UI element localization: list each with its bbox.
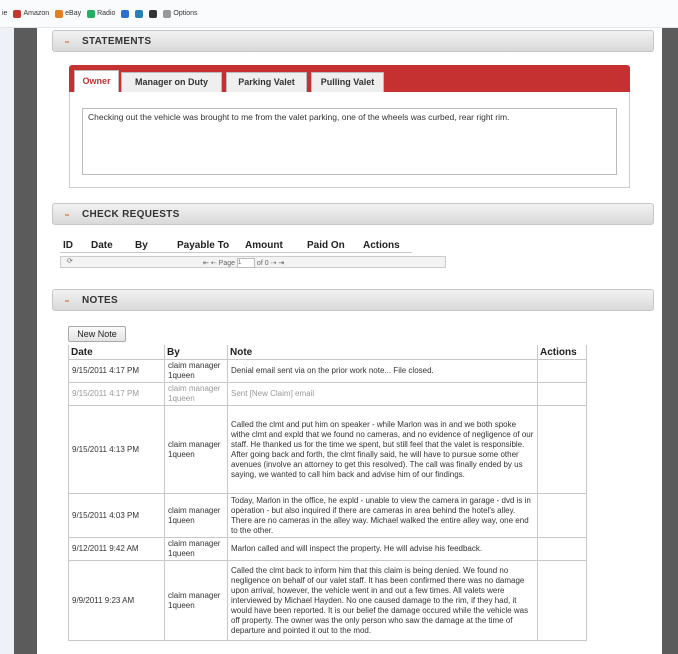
table-row[interactable]: 9/15/2011 4:17 PM claim manager 1queen Den… (68, 359, 587, 383)
note-date: 9/12/2011 9:42 AM (68, 537, 165, 561)
notes-table: Date By Note Actions 9/15/2011 4:17 PM cl… (68, 345, 587, 641)
check-requests-section-header[interactable]: CHECK REQUESTS (52, 203, 654, 225)
note-author: claim manager 1queen (164, 537, 228, 561)
note-text: Called the clmt and put him on speaker -… (227, 405, 538, 494)
new-note-button[interactable]: New Note (68, 326, 126, 342)
statements-title: STATEMENTS (82, 36, 152, 47)
page-input-value: 1 (237, 260, 242, 266)
first-page-icon[interactable]: ⇤ (203, 260, 209, 267)
table-row[interactable]: 9/15/2011 4:17 PM claim manager 1queen Sen… (68, 382, 587, 406)
table-row[interactable]: 9/12/2011 9:42 AM claim manager 1queen Mar… (68, 537, 587, 561)
col-payable-to[interactable]: Payable To (174, 238, 242, 253)
tab-parking-valet[interactable]: Parking Valet (226, 72, 307, 92)
tab-pulling-valet[interactable]: Pulling Valet (311, 72, 384, 92)
favorite-item[interactable] (135, 9, 144, 18)
table-row[interactable]: 9/9/2011 9:23 AM claim manager 1queen Call… (68, 560, 587, 641)
note-date: 9/15/2011 4:17 PM (68, 382, 165, 406)
table-row[interactable]: 9/15/2011 4:03 PM claim manager 1queen Tod… (68, 493, 587, 538)
bullet-icon (65, 300, 69, 302)
favorite-label: Options (173, 10, 198, 17)
col-actions[interactable]: Actions (360, 238, 412, 253)
page-of-label: of 0 (256, 259, 269, 267)
check-requests-title: CHECK REQUESTS (82, 209, 180, 220)
favorite-label: Radio (97, 10, 116, 17)
note-date: 9/15/2011 4:13 PM (68, 405, 165, 494)
favorite-label: Amazon (23, 10, 50, 17)
page-label: Page (218, 259, 236, 267)
col-date[interactable]: Date (68, 345, 165, 360)
note-author: claim manager 1queen (164, 382, 228, 406)
note-actions[interactable] (537, 560, 587, 641)
bullet-icon (65, 41, 69, 43)
favorite-item[interactable]: Options (163, 9, 198, 18)
favorite-item[interactable]: Amazon (13, 9, 50, 18)
favorite-item[interactable]: ie (2, 10, 7, 17)
favorite-icon (55, 9, 64, 18)
refresh-icon[interactable]: ⟳ (67, 257, 73, 265)
col-amount[interactable]: Amount (242, 238, 304, 253)
right-page-border (662, 28, 678, 654)
favorite-item[interactable]: eBay (55, 9, 82, 18)
favorite-icon (135, 9, 144, 18)
favorite-item[interactable]: Radio (87, 9, 116, 18)
favorite-icon (149, 9, 158, 18)
note-actions[interactable] (537, 493, 587, 538)
note-text: Today, Marlon in the office, he expld - … (227, 493, 538, 538)
col-by[interactable]: By (164, 345, 228, 360)
col-id[interactable]: ID (60, 238, 88, 253)
table-row[interactable]: 9/15/2011 4:13 PM claim manager 1queen Cal… (68, 405, 587, 494)
col-actions[interactable]: Actions (537, 345, 587, 360)
favorite-label: eBay (65, 10, 82, 17)
note-author: claim manager 1queen (164, 405, 228, 494)
note-author: claim manager 1queen (164, 560, 228, 641)
note-date: 9/15/2011 4:17 PM (68, 359, 165, 383)
note-actions[interactable] (537, 537, 587, 561)
favorite-icon (121, 9, 130, 18)
check-requests-pager: ⟳ ⇤ ⇠ Page 1 of 0 ⇢ ⇥ (60, 256, 446, 268)
tab-manager-on-duty[interactable]: Manager on Duty (121, 72, 222, 92)
note-text: Marlon called and will inspect the prope… (227, 537, 538, 561)
statement-text-area[interactable]: Checking out the vehicle was brought to … (82, 108, 617, 175)
favorite-item[interactable] (149, 9, 158, 18)
statements-tab-bar: Owner Manager on Duty Parking Valet Pull… (69, 65, 630, 92)
left-background (0, 28, 14, 654)
favorite-label: ie (2, 10, 8, 17)
bullet-icon (65, 214, 69, 216)
statements-section-header[interactable]: STATEMENTS (52, 30, 654, 52)
note-author: claim manager 1queen (164, 359, 228, 383)
col-note[interactable]: Note (227, 345, 538, 360)
col-date[interactable]: Date (88, 238, 132, 253)
favorite-icon (87, 9, 96, 18)
favorite-item[interactable] (121, 9, 130, 18)
col-by[interactable]: By (132, 238, 174, 253)
note-text: Denial email sent via on the prior work … (227, 359, 538, 383)
note-author: claim manager 1queen (164, 493, 228, 538)
last-page-icon[interactable]: ⇥ (278, 260, 284, 267)
col-paid-on[interactable]: Paid On (304, 238, 360, 253)
note-text: Sent [New Claim] email (227, 382, 538, 406)
note-text: Called the clmt back to inform him that … (227, 560, 538, 641)
note-date: 9/9/2011 9:23 AM (68, 560, 165, 641)
notes-title: NOTES (82, 295, 118, 306)
prev-page-icon[interactable]: ⇠ (211, 260, 217, 267)
tab-owner[interactable]: Owner (74, 70, 119, 92)
note-actions[interactable] (537, 359, 587, 383)
note-actions[interactable] (537, 382, 587, 406)
notes-section-header[interactable]: NOTES (52, 289, 654, 311)
favorite-icon (163, 9, 172, 18)
pager-controls: ⇤ ⇠ Page 1 of 0 ⇢ ⇥ (203, 258, 284, 268)
favorite-icon (13, 9, 22, 18)
browser-favorites-bar: ie Amazon eBay Radio Options (0, 0, 678, 28)
next-page-icon[interactable]: ⇢ (271, 260, 277, 267)
note-date: 9/15/2011 4:03 PM (68, 493, 165, 538)
left-page-border (14, 28, 37, 654)
note-actions[interactable] (537, 405, 587, 494)
page-input[interactable]: 1 (236, 258, 255, 268)
check-requests-table: ID Date By Payable To Amount Paid On Act… (60, 238, 412, 253)
